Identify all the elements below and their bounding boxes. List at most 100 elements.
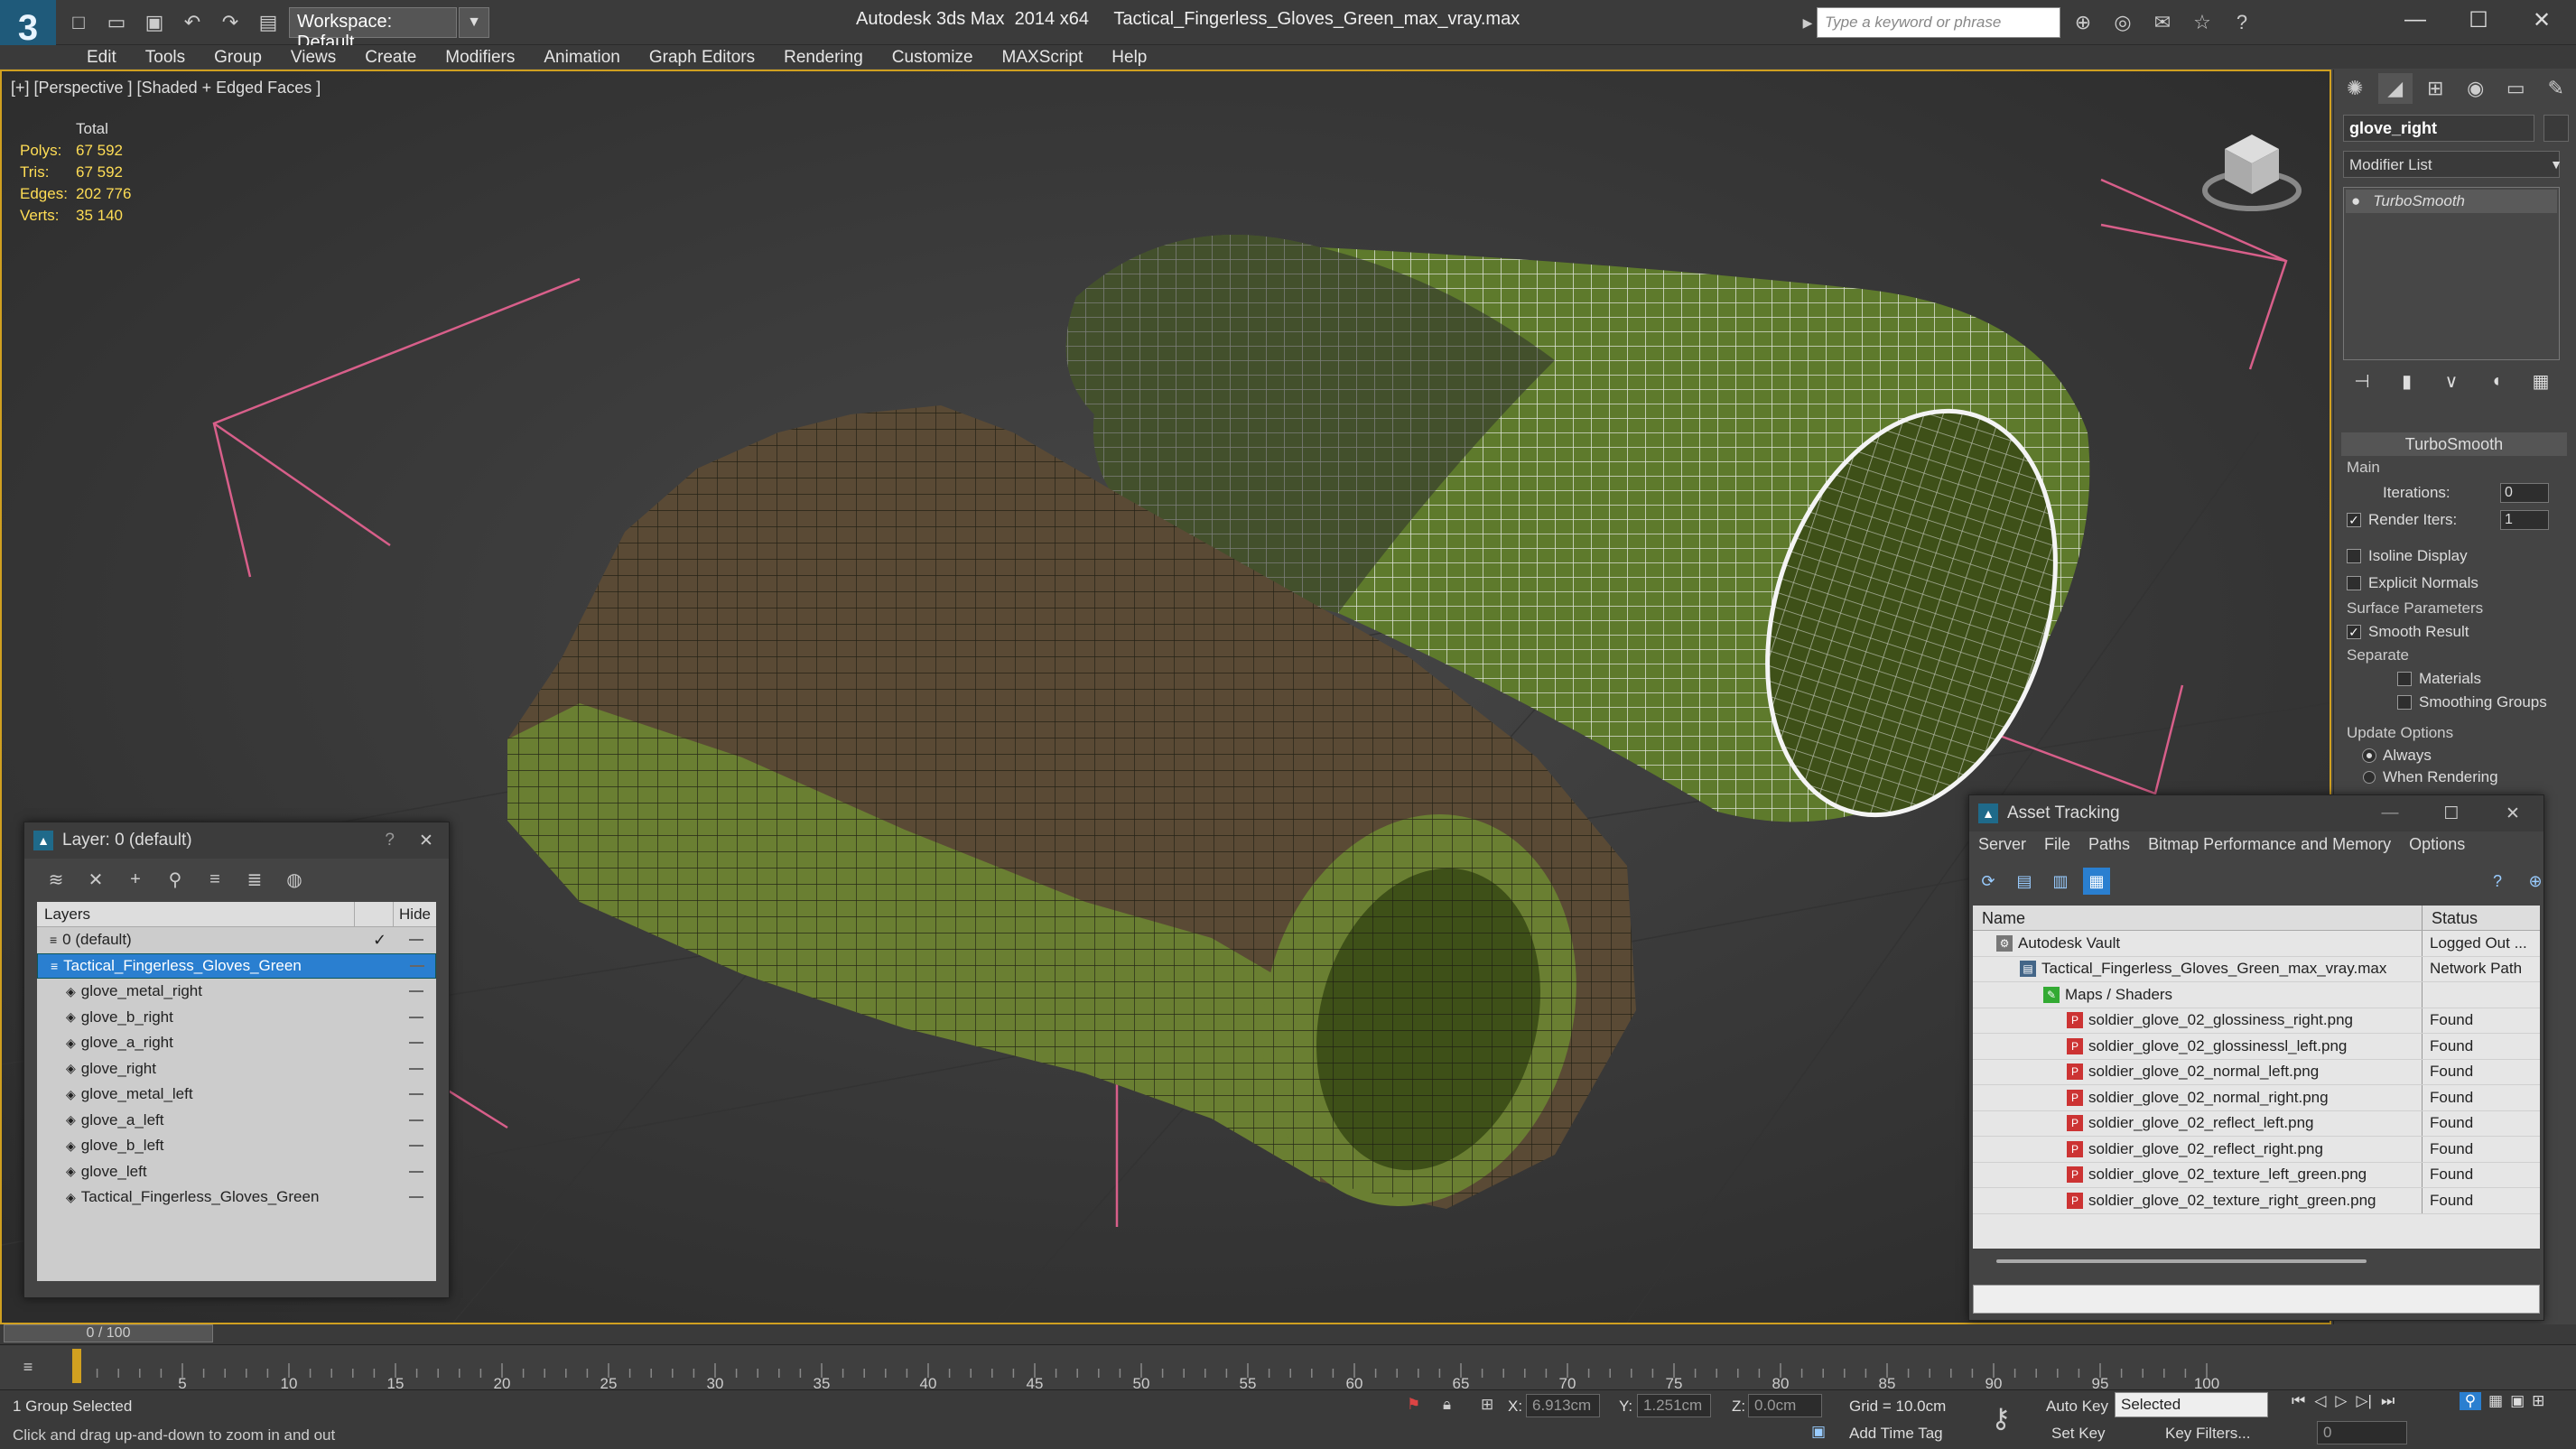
menu-graph-editors[interactable]: Graph Editors bbox=[635, 45, 769, 69]
delete-layer-icon[interactable]: ✕ bbox=[82, 866, 109, 893]
layer-row[interactable]: ◈ glove_b_left bbox=[37, 1133, 436, 1159]
layer-help-button[interactable]: ? bbox=[385, 831, 395, 850]
object-name-field[interactable]: glove_right bbox=[2343, 115, 2534, 142]
asset-row[interactable]: Psoldier_glove_02_glossiness_right.png Fo… bbox=[1973, 1008, 2540, 1034]
asset-menu-options[interactable]: Options bbox=[2400, 833, 2474, 859]
asset-horizontal-scrollbar[interactable] bbox=[1996, 1259, 2367, 1263]
isolate-selection-icon[interactable]: ⚑ bbox=[1407, 1396, 1420, 1414]
menu-views[interactable]: Views bbox=[276, 45, 350, 69]
zoom-extents-icon[interactable]: ▣ bbox=[2510, 1392, 2525, 1410]
open-folder-icon[interactable]: ▭ bbox=[101, 7, 132, 38]
set-current-layer-icon[interactable]: ≣ bbox=[241, 866, 268, 893]
thumbnail-view-icon[interactable]: ▥ bbox=[2047, 868, 2074, 895]
menu-modifiers[interactable]: Modifiers bbox=[431, 45, 529, 69]
time-tag-icon[interactable]: ▣ bbox=[1811, 1423, 1826, 1441]
asset-row[interactable]: Psoldier_glove_02_texture_right_green.pn… bbox=[1973, 1188, 2540, 1214]
lock-icon[interactable]: 🔒︎ bbox=[1443, 1396, 1451, 1414]
zoom-all-icon[interactable]: ▦ bbox=[2488, 1392, 2503, 1410]
communication-icon[interactable]: ✉ bbox=[2147, 7, 2178, 38]
layer-row[interactable]: ◈ glove_right bbox=[37, 1056, 436, 1082]
column-layers[interactable]: Layers bbox=[37, 902, 356, 926]
explicit-normals-checkbox[interactable] bbox=[2347, 576, 2361, 590]
auto-key-button[interactable]: Auto Key bbox=[2046, 1398, 2108, 1416]
hide-toggle[interactable] bbox=[409, 1016, 423, 1018]
previous-frame-icon[interactable]: ◁ bbox=[2314, 1392, 2326, 1410]
isoline-checkbox[interactable] bbox=[2347, 549, 2361, 563]
asset-row[interactable]: Psoldier_glove_02_reflect_right.png Found bbox=[1973, 1137, 2540, 1163]
y-coordinate-field[interactable]: 1.251cm bbox=[1637, 1394, 1711, 1417]
motion-tab-icon[interactable]: ◉ bbox=[2459, 73, 2494, 104]
pin-stack-icon[interactable]: ⊣ bbox=[2348, 367, 2376, 395]
time-slider[interactable]: 0 / 100 bbox=[4, 1324, 213, 1342]
key-selection-dropdown[interactable]: Selected bbox=[2115, 1392, 2268, 1417]
select-objects-icon[interactable]: ⚲ bbox=[162, 866, 189, 893]
asset-row[interactable]: ⚙ Autodesk Vault Logged Out ... bbox=[1973, 931, 2540, 957]
keyword-search-input[interactable]: Type a keyword or phrase bbox=[1817, 7, 2060, 38]
layer-row[interactable]: ◈ glove_metal_left bbox=[37, 1082, 436, 1108]
close-icon[interactable]: ✕ bbox=[404, 831, 449, 851]
hide-toggle[interactable] bbox=[409, 1119, 423, 1121]
mini-curve-editor-icon[interactable]: ≡ bbox=[14, 1354, 42, 1379]
column-name[interactable]: Name bbox=[1973, 906, 2423, 930]
layer-row[interactable]: ◈ glove_left bbox=[37, 1159, 436, 1185]
asset-row[interactable]: Psoldier_glove_02_reflect_left.png Found bbox=[1973, 1110, 2540, 1137]
add-time-tag-button[interactable]: Add Time Tag bbox=[1849, 1425, 1943, 1443]
asset-row[interactable]: ✎ Maps / Shaders bbox=[1973, 982, 2540, 1008]
column-status[interactable]: Status bbox=[2423, 906, 2487, 930]
help-icon[interactable]: ? bbox=[2484, 868, 2511, 895]
iterations-spinner[interactable]: 0 bbox=[2500, 483, 2549, 503]
menu-group[interactable]: Group bbox=[200, 45, 276, 69]
pin-icon[interactable]: ⊕ bbox=[2522, 868, 2549, 895]
asset-row[interactable]: Psoldier_glove_02_normal_left.png Found bbox=[1973, 1059, 2540, 1085]
next-frame-icon[interactable]: ▷| bbox=[2356, 1392, 2372, 1410]
help-icon[interactable]: ? bbox=[2227, 7, 2257, 38]
remove-modifier-icon[interactable]: ◖ bbox=[2483, 367, 2510, 395]
menu-customize[interactable]: Customize bbox=[878, 45, 988, 69]
layer-row[interactable]: ◈ glove_a_right bbox=[37, 1030, 436, 1056]
hide-all-icon[interactable]: ◍ bbox=[281, 866, 308, 893]
layer-row[interactable]: ◈ Tactical_Fingerless_Gloves_Green bbox=[37, 1184, 436, 1211]
menu-rendering[interactable]: Rendering bbox=[769, 45, 878, 69]
layer-row[interactable]: ≡ Tactical_Fingerless_Gloves_Green bbox=[37, 952, 436, 979]
create-layer-icon[interactable]: ≋ bbox=[42, 866, 70, 893]
undo-icon[interactable]: ↶ bbox=[177, 7, 208, 38]
z-coordinate-field[interactable]: 0.0cm bbox=[1748, 1394, 1822, 1417]
subscription-icon[interactable]: ◎ bbox=[2107, 7, 2138, 38]
modifier-list-dropdown[interactable]: Modifier List bbox=[2343, 151, 2560, 178]
maximize-icon[interactable]: ☐ bbox=[2421, 803, 2482, 824]
project-folder-icon[interactable]: ▤ bbox=[253, 7, 284, 38]
menu-edit[interactable]: Edit bbox=[72, 45, 131, 69]
display-tab-icon[interactable]: ▭ bbox=[2498, 73, 2534, 104]
modify-tab-icon[interactable]: ◢ bbox=[2377, 73, 2413, 104]
asset-row[interactable]: Psoldier_glove_02_texture_left_green.png… bbox=[1973, 1162, 2540, 1188]
smoothing-groups-checkbox[interactable] bbox=[2397, 695, 2412, 710]
menu-animation[interactable]: Animation bbox=[529, 45, 635, 69]
current-frame-field[interactable]: 0 bbox=[2317, 1421, 2407, 1444]
redo-icon[interactable]: ↷ bbox=[215, 7, 246, 38]
go-to-start-icon[interactable]: ⏮ bbox=[2292, 1392, 2305, 1410]
new-file-icon[interactable]: □ bbox=[63, 7, 94, 38]
track-bar[interactable]: ≡ 5 10 15 20 25 30 35 40 45 50 55 60 65 70 75 80 85 90 95 1… bbox=[0, 1344, 2576, 1390]
hide-toggle[interactable] bbox=[409, 1042, 423, 1045]
menu-help[interactable]: Help bbox=[1097, 45, 1161, 69]
viewcube-icon[interactable] bbox=[2196, 116, 2304, 216]
search-arrow-icon[interactable]: ▶ bbox=[1800, 13, 1815, 33]
asset-menu-server[interactable]: Server bbox=[1969, 833, 2035, 859]
when-rendering-radio[interactable] bbox=[2363, 771, 2376, 784]
layer-dialog-titlebar[interactable]: ▲ Layer: 0 (default) ? ✕ bbox=[24, 822, 449, 859]
current-layer-check[interactable]: ✓ bbox=[373, 931, 391, 950]
asset-path-field[interactable] bbox=[1973, 1285, 2540, 1314]
layer-row[interactable]: ◈ glove_b_right bbox=[37, 1005, 436, 1031]
go-to-end-icon[interactable]: ⏭ bbox=[2381, 1392, 2395, 1410]
render-iters-checkbox[interactable]: ✓ bbox=[2347, 513, 2361, 527]
make-unique-icon[interactable]: ∨ bbox=[2438, 367, 2465, 395]
always-radio[interactable] bbox=[2362, 748, 2376, 763]
hierarchy-tab-icon[interactable]: ⊞ bbox=[2418, 73, 2453, 104]
key-filters-button[interactable]: Key Filters... bbox=[2165, 1425, 2250, 1443]
refresh-icon[interactable]: ⟳ bbox=[1975, 868, 2002, 895]
menu-tools[interactable]: Tools bbox=[131, 45, 200, 69]
menu-maxscript[interactable]: MAXScript bbox=[988, 45, 1098, 69]
set-key-button[interactable]: Set Key bbox=[2051, 1425, 2106, 1443]
hide-toggle[interactable] bbox=[409, 1093, 423, 1096]
hide-toggle[interactable] bbox=[409, 1170, 423, 1173]
